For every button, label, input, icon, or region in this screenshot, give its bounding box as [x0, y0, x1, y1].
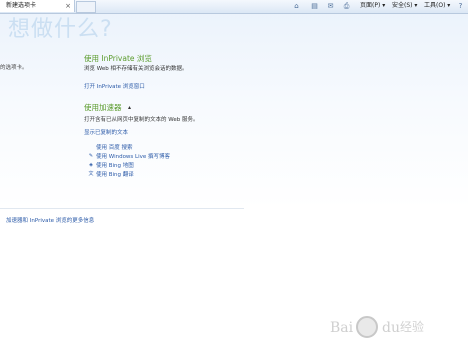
baidu-watermark-logo: Bai du 经验 [330, 316, 440, 338]
footer-divider [0, 208, 244, 209]
left-truncated-text: 的选项卡。 [0, 65, 28, 71]
paw-icon [356, 316, 378, 338]
open-inprivate-link[interactable]: 打开 InPrivate 浏览窗口 [84, 82, 145, 90]
accelerators-description: 打开含有已从网页中复制的文本的 Web 服务。 [84, 117, 199, 123]
search-icon [88, 144, 94, 150]
watermark-subtext: 经验 [400, 320, 425, 334]
show-copied-text-link[interactable]: 显示已复制的文本 [84, 128, 128, 136]
tools-menu[interactable]: 工具(O) ▾ [424, 0, 450, 12]
collapse-chevron-icon[interactable]: ▴ [128, 104, 131, 111]
mail-icon[interactable]: ✉ [326, 2, 335, 10]
watermark-text: du [382, 320, 400, 336]
accelerator-item-label: 使用 Windows Live 撰写博客 [96, 154, 171, 160]
inprivate-title: 使用 InPrivate 浏览 [84, 54, 152, 63]
feeds-icon[interactable]: ▤ [310, 2, 319, 10]
inprivate-description: 浏览 Web 相不存储有关浏览会话的数据。 [84, 66, 188, 72]
print-icon[interactable]: ⎙ [342, 2, 351, 10]
accelerator-item-label: 使用 Bing 地图 [96, 163, 134, 169]
help-icon[interactable]: ? [456, 2, 465, 10]
accelerator-item-label: 使用 Bing 翻译 [96, 172, 134, 178]
accelerators-title: 使用加速器 [84, 103, 122, 112]
home-icon[interactable]: ⌂ [292, 2, 301, 10]
blog-icon: ✎ [88, 153, 94, 159]
safety-menu[interactable]: 安全(S) ▾ [392, 0, 417, 12]
more-info-link[interactable]: 加速器和 InPrivate 浏览的更多信息 [6, 216, 94, 224]
translate-icon: 文 [88, 171, 94, 177]
map-icon: ◈ [89, 162, 93, 168]
accelerator-item-label: 使用 百度 搜索 [96, 145, 133, 151]
page-headline: 想做什么? [8, 17, 113, 42]
watermark-text: Bai [330, 320, 354, 336]
page-menu[interactable]: 页面(P) ▾ [360, 0, 385, 12]
